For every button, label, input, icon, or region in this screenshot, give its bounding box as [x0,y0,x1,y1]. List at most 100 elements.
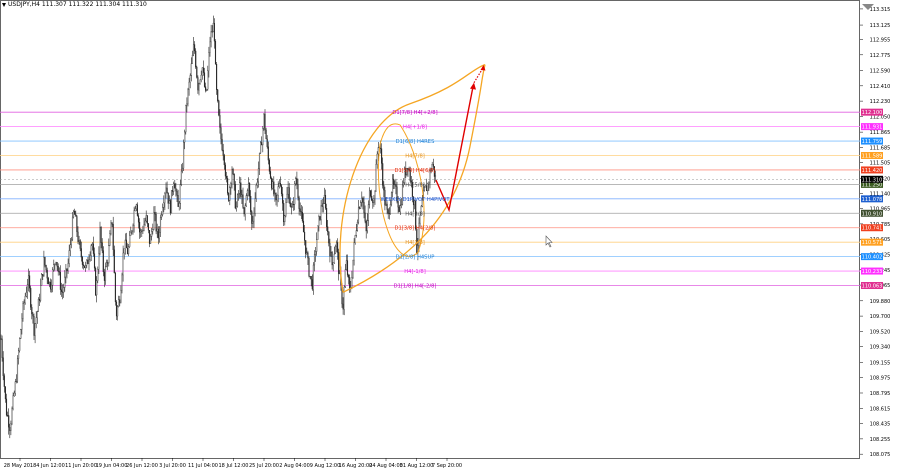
price-tick-label: 112.955 [870,38,891,44]
level-label: WEEKLY D1PIVOT H4PIVOT [381,197,451,203]
level-label: H4[1/8] [405,240,425,246]
price-tick-label: 108.435 [870,422,891,428]
candle-body [146,215,148,224]
candle-body [351,277,353,288]
candle-body [24,296,26,303]
candle-body [177,195,179,207]
candle-body [359,207,361,209]
time-axis: 28 May 2018 4 Jun 12:00 11 Jun 20:0019 Jun… [4,458,462,469]
candle-body [208,52,210,71]
candle-body [23,302,25,304]
candle-body [2,357,4,376]
candle-body [20,329,22,339]
level-label: H4[7/8] [405,153,425,159]
level-label: D1[7/8] H4[+2/8] [392,110,437,116]
candle-body [86,259,88,266]
candle-body [29,275,31,289]
candle-body [381,148,383,164]
candle-body [263,113,265,129]
current-price-badge-text: 111.310 [862,177,883,183]
candle-body [361,197,363,203]
candle-body [121,274,123,291]
candle-body [108,245,110,264]
chart-menu-icon[interactable] [2,2,6,7]
candle-body [63,287,65,293]
candle-body [273,181,275,195]
candle-body [70,239,72,245]
candle-body [227,178,229,194]
candle-body [249,182,251,197]
candle-body [164,193,166,203]
candle-body [282,193,284,204]
candle-body [141,230,143,232]
candle-body [315,251,317,255]
candle-body [58,271,60,273]
candle-body [11,408,13,424]
candle-body [15,381,17,383]
candle-body [364,212,366,222]
candle-body [98,253,100,270]
candle-body [14,381,16,394]
candle-body [176,191,178,196]
date-tick-label: 25 Jul 20:00 [249,463,279,469]
candle-body [90,245,92,256]
candle-body [159,217,162,233]
candle-body [373,198,375,204]
candle-body [184,131,186,143]
candle-body [349,277,351,289]
price-tick-label: 109.520 [870,329,891,335]
candle-body [313,254,316,266]
candle-body [329,243,331,257]
candle-body [137,215,140,223]
candle-body [202,67,204,73]
candle-body [34,323,36,336]
candle-body [183,141,185,169]
price-chart[interactable]: D1[7/8] H4[+2/8] H4[+1/8] D1[6/8] H4RES H4[… [0,0,900,470]
candle-body [425,185,427,188]
candle-body [69,244,71,251]
candle-body [19,338,21,351]
price-badge-text: 111.078 [862,197,883,203]
candle-body [238,193,240,195]
candle-body [232,169,234,175]
candle-body [35,317,37,324]
candle-body [383,185,385,191]
candle-body [346,260,349,276]
candle-body [392,178,394,193]
candle-body [67,263,69,272]
level-label: D1[1/8] H4[-2/8] [394,284,437,290]
candle-body [126,247,129,255]
candle-body [279,182,281,186]
candle-body [294,183,296,205]
candle-body [91,243,93,246]
candle-body [147,223,149,231]
candle-body [297,184,299,198]
level-label: D1[6/8] H4RES [396,139,435,145]
candle-body [38,298,41,301]
candle-body [75,214,77,217]
candle-body [386,203,388,210]
candle-body [18,350,20,359]
candle-body [356,221,358,231]
candle-body [331,252,333,266]
candle-body [434,175,437,177]
candle-body [92,243,94,254]
candle-body [191,55,193,64]
candle-body [203,72,206,87]
candle-body [403,182,405,186]
candle-body [301,212,303,222]
candle-body [99,227,101,254]
candle-body [240,182,242,197]
candle-body [245,195,247,206]
candle-body [57,266,59,272]
candle-body [112,224,114,250]
candle-body [196,66,198,78]
candle-body [344,269,346,288]
candle-body [65,268,67,278]
date-tick-label: 4 Jun 12:00 [36,463,65,469]
candle-body [360,202,362,209]
candle-body [332,262,334,266]
price-tick-label: 109.340 [870,345,891,351]
candle-body [379,147,382,149]
candle-body [352,259,354,278]
